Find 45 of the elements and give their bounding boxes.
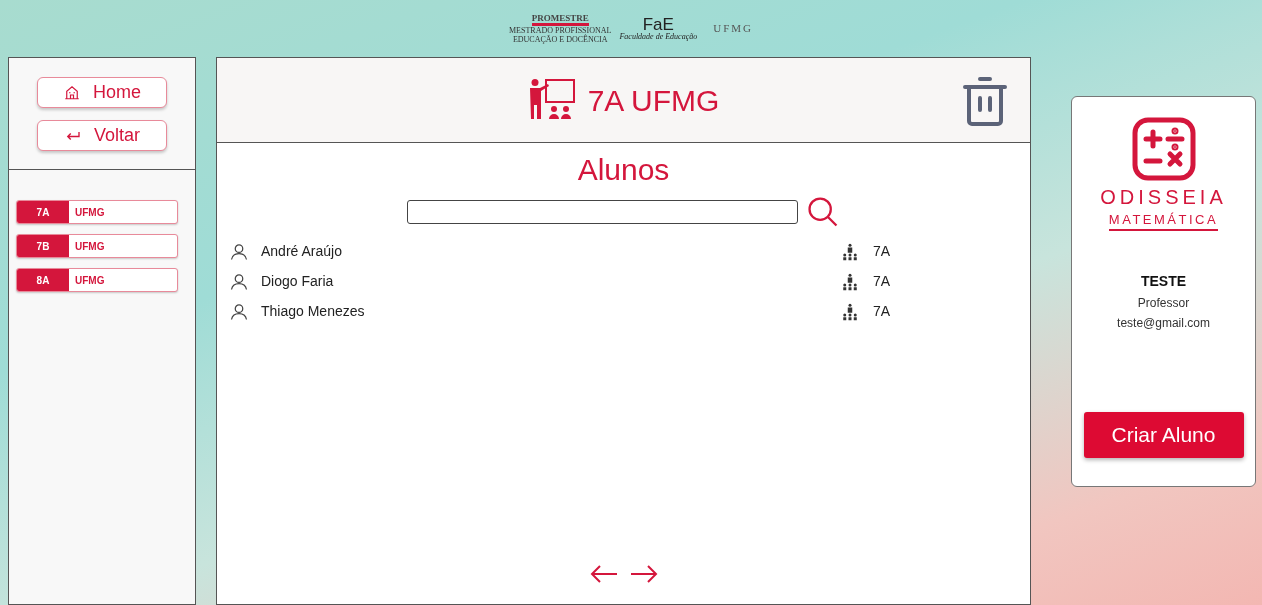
teacher-at-board-icon [527, 79, 576, 121]
user-email: teste@gmail.com [1117, 315, 1210, 332]
search-icon[interactable] [806, 194, 840, 229]
class-code: 7A [17, 201, 69, 223]
person-icon [229, 271, 249, 292]
search-field[interactable] [407, 199, 798, 224]
brand-subtitle: MATEMÁTICA [1108, 213, 1219, 231]
person-icon [229, 301, 249, 322]
class-code: 7B [17, 235, 69, 257]
class-item[interactable]: 7B UFMG [16, 234, 178, 258]
student-class: 7A [873, 242, 891, 261]
classroom-icon [841, 302, 859, 321]
student-name: Thiago Menezes [261, 302, 366, 321]
classroom-icon [841, 272, 859, 291]
back-button[interactable]: Voltar [37, 119, 167, 151]
class-code: 8A [17, 269, 69, 291]
user-name: TESTE [1140, 272, 1187, 291]
student-name: André Araújo [261, 242, 343, 261]
class-item[interactable]: 8A UFMG [16, 268, 178, 292]
create-student-button[interactable]: Criar Aluno [1083, 412, 1244, 458]
user-role: Professor [1137, 295, 1190, 312]
promestre-logo-title: PROMESTRE [531, 13, 589, 26]
house-icon [63, 83, 81, 101]
student-class: 7A [873, 302, 891, 321]
class-school: UFMG [74, 273, 105, 288]
class-title: 7A UFMG [587, 82, 720, 119]
class-item[interactable]: 7A UFMG [16, 200, 178, 224]
fae-logo-subtitle: Faculdade de Educação [619, 33, 698, 41]
class-school: UFMG [74, 205, 105, 220]
section-title: Alunos [577, 152, 670, 188]
student-name: Diogo Faria [261, 272, 335, 291]
next-arrow-icon[interactable] [629, 564, 658, 584]
promestre-logo-subtitle: MESTRADO PROFISSIONAL [509, 26, 612, 35]
fae-logo-title: FaE [642, 16, 674, 33]
person-icon [229, 241, 249, 262]
promestre-logo-subtitle: EDUCAÇÃO E DOCÊNCIA [512, 35, 608, 44]
math-operators-icon [1131, 117, 1196, 181]
previous-arrow-icon[interactable] [589, 564, 618, 584]
delete-icon[interactable] [962, 76, 1008, 126]
student-class: 7A [873, 272, 891, 291]
home-button[interactable]: Home [37, 76, 167, 108]
ufmg-logo: UFMG [713, 21, 753, 37]
brand-title: ODISSEIA [1100, 187, 1227, 207]
classroom-icon [841, 242, 859, 261]
class-school: UFMG [74, 239, 105, 254]
